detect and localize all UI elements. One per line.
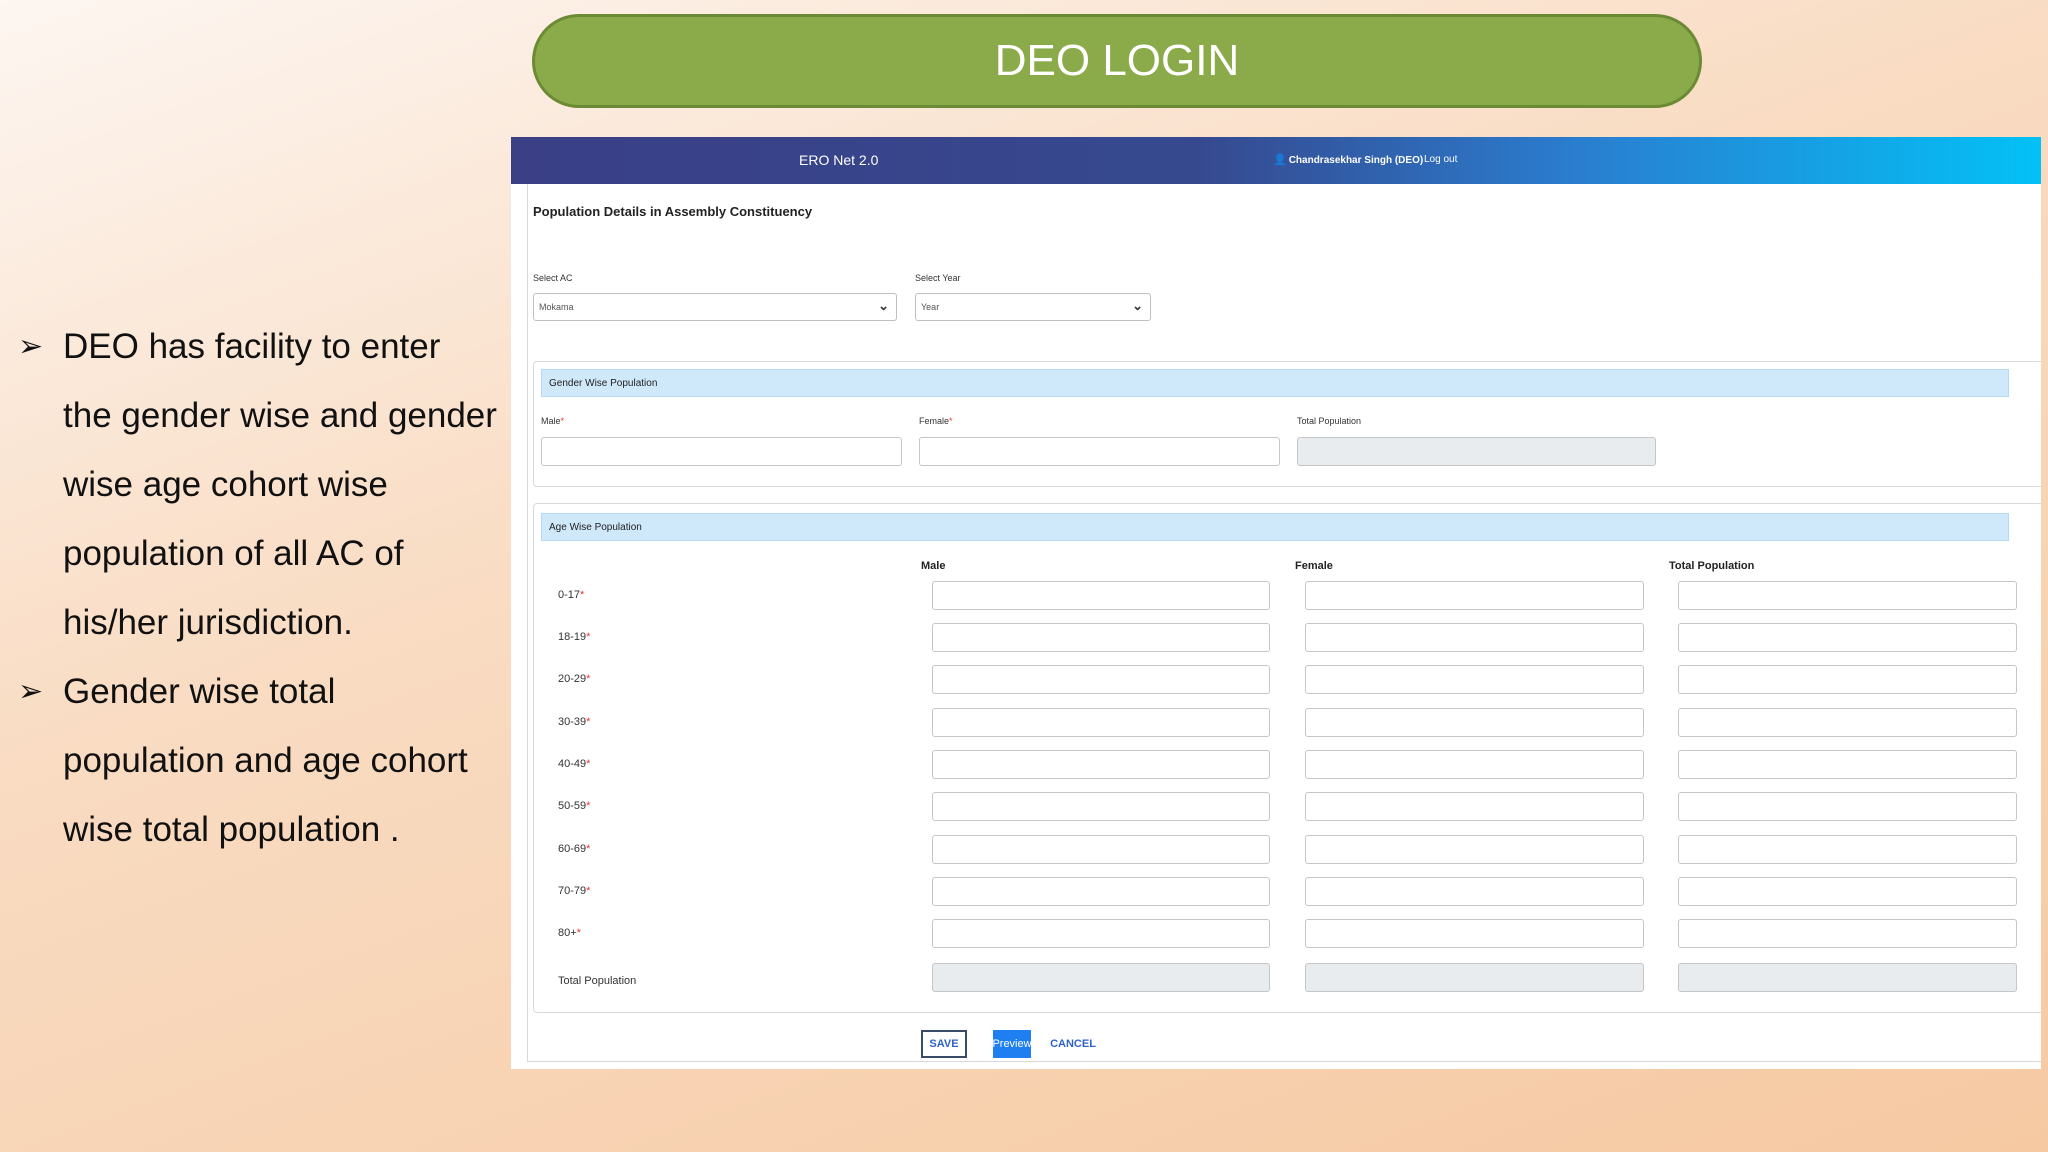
age-row-label: 18-19* [558,631,591,643]
arrow-bullet-icon: ➢ [18,330,44,363]
total-female-field [1305,963,1644,992]
bullet-text-1: DEO has facility to enter the gender wis… [63,327,497,642]
female-label: Female* [919,416,953,426]
user-name: Chandrasekhar Singh (DEO) [1288,155,1424,166]
select-year-value: Year [921,302,940,312]
preview-button[interactable]: Preview [992,1030,1032,1058]
age-female-input[interactable] [1305,708,1644,737]
age-row-label: 70-79* [558,885,591,897]
select-ac-value: Mokama [539,302,574,312]
bullet-list: ➢ DEO has facility to enter the gender w… [18,312,498,864]
age-male-input[interactable] [932,708,1270,737]
bullet-item-2: ➢ Gender wise total population and age c… [18,657,498,864]
age-row-label: 50-59* [558,800,591,812]
age-total-input[interactable] [1678,581,2017,610]
age-row-label: 40-49* [558,758,591,770]
age-male-input[interactable] [932,665,1270,694]
age-row-label: 20-29* [558,673,591,685]
select-year-dropdown[interactable]: Year ⌄ [915,293,1151,321]
logout-link[interactable]: Log out [1424,154,1457,165]
age-total-input[interactable] [1678,835,2017,864]
age-female-input[interactable] [1305,877,1644,906]
age-female-input[interactable] [1305,835,1644,864]
age-male-input[interactable] [932,750,1270,779]
save-button[interactable]: SAVE [921,1030,967,1058]
male-label: Male* [541,416,565,426]
chevron-down-icon: ⌄ [878,298,889,313]
total-row-label: Total Population [558,975,637,987]
bullet-text-2: Gender wise total population and age coh… [63,672,468,849]
age-row-label: 0-17* [558,589,585,601]
age-total-input[interactable] [1678,792,2017,821]
age-female-input[interactable] [1305,581,1644,610]
age-total-input[interactable] [1678,708,2017,737]
age-male-input[interactable] [932,877,1270,906]
age-row-label: 30-39* [558,716,591,728]
user-info: 👤 Chandrasekhar Singh (DEO) [1273,153,1423,166]
age-female-input[interactable] [1305,623,1644,652]
select-ac-label: Select AC [533,273,573,283]
age-section-header: Age Wise Population [541,513,2009,541]
cancel-button[interactable]: CANCEL [1050,1030,1096,1058]
age-female-input[interactable] [1305,919,1644,948]
male-input[interactable] [541,437,902,466]
app-header: ERO Net 2.0 👤 Chandrasekhar Singh (DEO) L… [511,137,2041,184]
age-total-input[interactable] [1678,919,2017,948]
select-ac-dropdown[interactable]: Mokama ⌄ [533,293,897,321]
column-header-total: Total Population [1669,560,1755,572]
total-male-field [932,963,1270,992]
select-year-label: Select Year [915,273,961,283]
age-male-input[interactable] [932,919,1270,948]
age-total-input[interactable] [1678,750,2017,779]
bullet-item-1: ➢ DEO has facility to enter the gender w… [18,312,498,657]
female-input[interactable] [919,437,1280,466]
age-female-input[interactable] [1305,792,1644,821]
total-population-label: Total Population [1297,416,1362,426]
age-female-input[interactable] [1305,665,1644,694]
slide-title: DEO LOGIN [532,14,1702,108]
total-population-field [1297,437,1656,466]
arrow-bullet-icon: ➢ [18,675,44,708]
page-title: Population Details in Assembly Constitue… [533,204,813,219]
age-row-label: 80+* [558,927,581,939]
age-row-label: 60-69* [558,843,591,855]
user-icon: 👤 [1273,154,1287,166]
column-header-female: Female [1295,560,1333,572]
app-name: ERO Net 2.0 [799,152,879,168]
age-total-input[interactable] [1678,665,2017,694]
age-female-input[interactable] [1305,750,1644,779]
age-male-input[interactable] [932,835,1270,864]
age-total-input[interactable] [1678,623,2017,652]
total-all-field [1678,963,2017,992]
age-male-input[interactable] [932,581,1270,610]
age-total-input[interactable] [1678,877,2017,906]
gender-section-header: Gender Wise Population [541,369,2009,397]
age-male-input[interactable] [932,792,1270,821]
column-header-male: Male [921,560,946,572]
age-male-input[interactable] [932,623,1270,652]
chevron-down-icon: ⌄ [1132,298,1143,313]
app-screenshot: ERO Net 2.0 👤 Chandrasekhar Singh (DEO) L… [511,137,2041,1069]
